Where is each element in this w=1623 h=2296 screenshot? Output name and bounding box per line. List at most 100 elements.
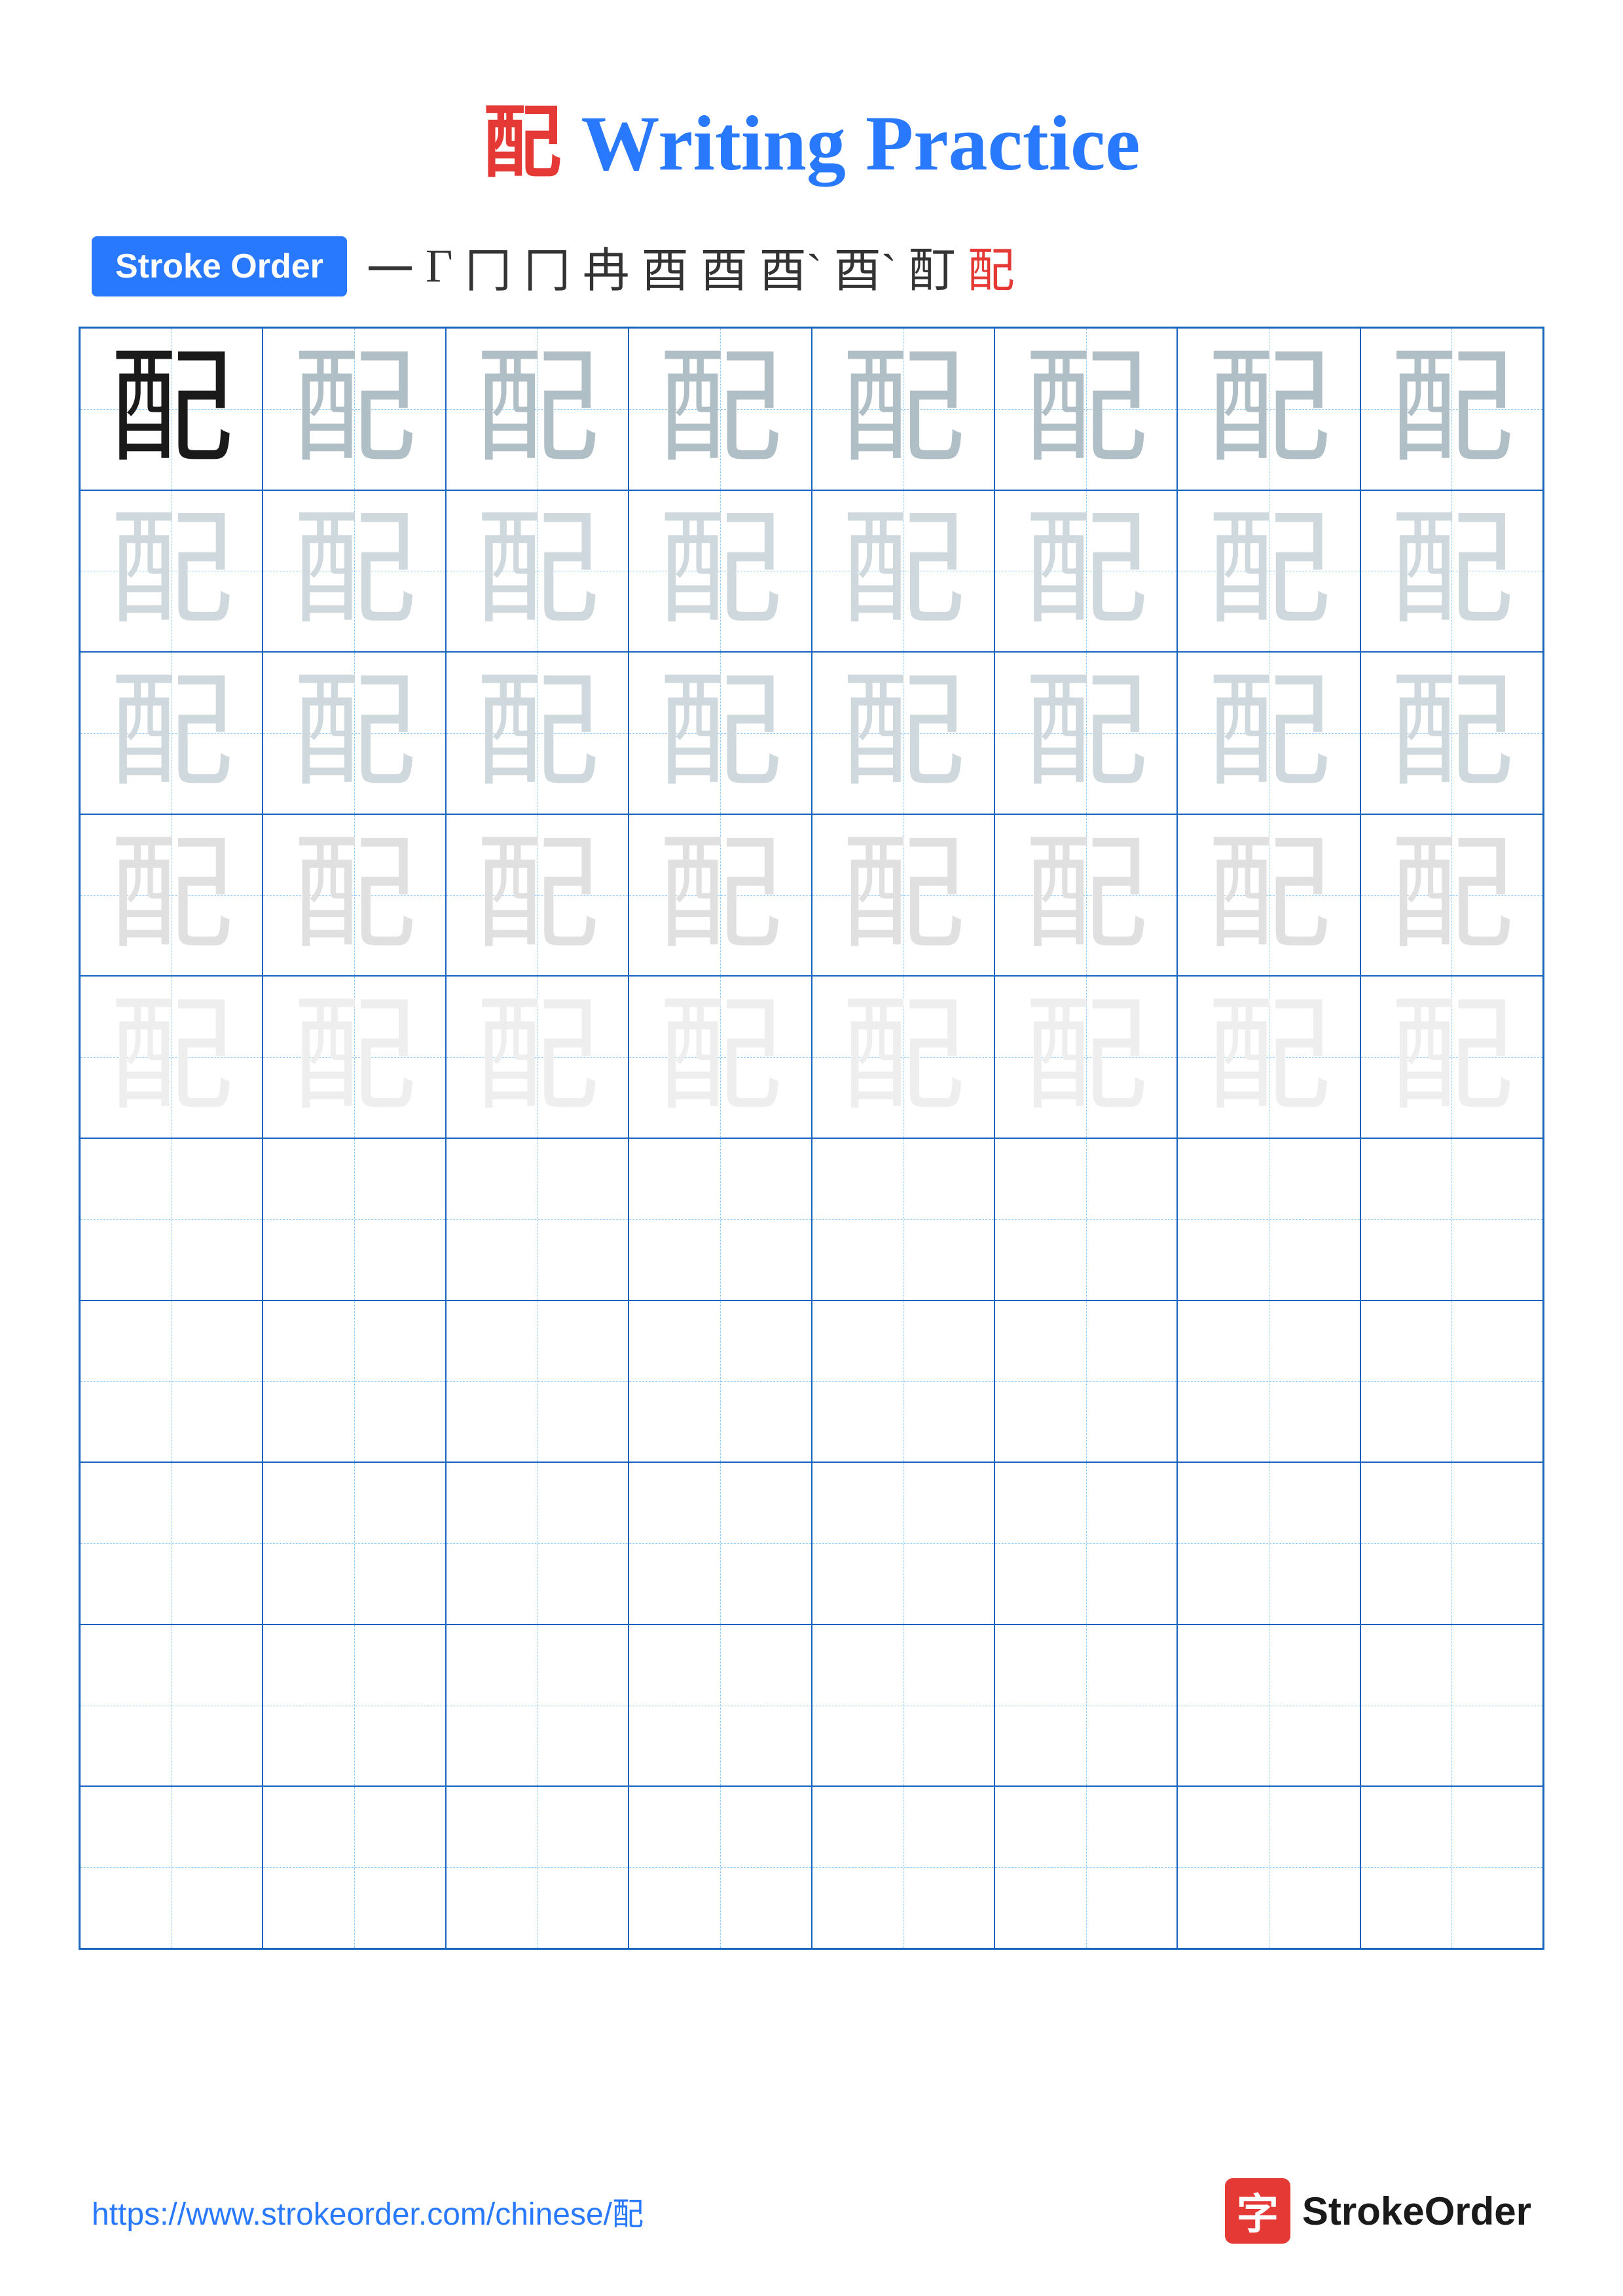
- grid-cell-r5c4[interactable]: 配: [629, 976, 811, 1138]
- grid-cell-r1c1[interactable]: 配: [80, 328, 263, 490]
- grid-cell-r2c6[interactable]: 配: [994, 490, 1177, 653]
- grid-cell-r1c2[interactable]: 配: [263, 328, 445, 490]
- grid-cell-r8c4[interactable]: [629, 1462, 811, 1624]
- grid-cell-r6c2[interactable]: [263, 1138, 445, 1300]
- grid-cell-r2c2[interactable]: 配: [263, 490, 445, 653]
- grid-cell-r5c5[interactable]: 配: [812, 976, 994, 1138]
- grid-cell-r9c5[interactable]: [812, 1624, 994, 1787]
- grid-cell-r4c2[interactable]: 配: [263, 814, 445, 977]
- grid-cell-r1c7[interactable]: 配: [1177, 328, 1360, 490]
- grid-cell-r7c8[interactable]: [1360, 1300, 1543, 1463]
- grid-cell-r10c6[interactable]: [994, 1786, 1177, 1948]
- char-r2c5: 配: [841, 509, 965, 633]
- grid-cell-r6c4[interactable]: [629, 1138, 811, 1300]
- grid-cell-r5c3[interactable]: 配: [446, 976, 629, 1138]
- grid-cell-r8c8[interactable]: [1360, 1462, 1543, 1624]
- grid-cell-r7c4[interactable]: [629, 1300, 811, 1463]
- stroke-6: 酉: [642, 232, 689, 300]
- grid-cell-r10c4[interactable]: [629, 1786, 811, 1948]
- grid-cell-r3c6[interactable]: 配: [994, 652, 1177, 814]
- stroke-4: 冂: [524, 232, 571, 300]
- grid-cell-r6c8[interactable]: [1360, 1138, 1543, 1300]
- grid-cell-r9c2[interactable]: [263, 1624, 445, 1787]
- char-r4c4: 配: [658, 833, 782, 958]
- grid-cell-r7c5[interactable]: [812, 1300, 994, 1463]
- grid-cell-r5c6[interactable]: 配: [994, 976, 1177, 1138]
- grid-cell-r1c3[interactable]: 配: [446, 328, 629, 490]
- grid-cell-r9c8[interactable]: [1360, 1624, 1543, 1787]
- grid-cell-r9c6[interactable]: [994, 1624, 1177, 1787]
- grid-cell-r9c3[interactable]: [446, 1624, 629, 1787]
- grid-cell-r5c7[interactable]: 配: [1177, 976, 1360, 1138]
- grid-cell-r1c4[interactable]: 配: [629, 328, 811, 490]
- grid-cell-r1c6[interactable]: 配: [994, 328, 1177, 490]
- stroke-2: Γ: [426, 239, 453, 293]
- grid-cell-r5c1[interactable]: 配: [80, 976, 263, 1138]
- char-r2c3: 配: [475, 509, 599, 633]
- grid-cell-r9c4[interactable]: [629, 1624, 811, 1787]
- footer-url[interactable]: https://www.strokeorder.com/chinese/配: [92, 2188, 644, 2234]
- char-r4c2: 配: [292, 833, 416, 958]
- char-r2c6: 配: [1024, 509, 1148, 633]
- grid-cell-r7c3[interactable]: [446, 1300, 629, 1463]
- grid-cell-r10c2[interactable]: [263, 1786, 445, 1948]
- grid-cell-r3c2[interactable]: 配: [263, 652, 445, 814]
- grid-cell-r3c3[interactable]: 配: [446, 652, 629, 814]
- grid-cell-r8c6[interactable]: [994, 1462, 1177, 1624]
- grid-cell-r2c8[interactable]: 配: [1360, 490, 1543, 653]
- grid-cell-r1c5[interactable]: 配: [812, 328, 994, 490]
- grid-cell-r3c1[interactable]: 配: [80, 652, 263, 814]
- grid-cell-r2c4[interactable]: 配: [629, 490, 811, 653]
- grid-cell-r10c5[interactable]: [812, 1786, 994, 1948]
- grid-cell-r4c6[interactable]: 配: [994, 814, 1177, 977]
- grid-cell-r10c3[interactable]: [446, 1786, 629, 1948]
- grid-cell-r4c8[interactable]: 配: [1360, 814, 1543, 977]
- grid-cell-r8c2[interactable]: [263, 1462, 445, 1624]
- stroke-3: 冂: [465, 232, 512, 300]
- grid-cell-r6c5[interactable]: [812, 1138, 994, 1300]
- grid-cell-r4c3[interactable]: 配: [446, 814, 629, 977]
- grid-cell-r5c2[interactable]: 配: [263, 976, 445, 1138]
- grid-cell-r6c7[interactable]: [1177, 1138, 1360, 1300]
- char-r4c3: 配: [475, 833, 599, 958]
- grid-cell-r10c7[interactable]: [1177, 1786, 1360, 1948]
- char-r4c7: 配: [1207, 833, 1331, 958]
- practice-grid-container: 配 配 配 配 配 配 配 配 配 配 配: [0, 327, 1623, 1950]
- grid-cell-r9c7[interactable]: [1177, 1624, 1360, 1787]
- grid-cell-r8c1[interactable]: [80, 1462, 263, 1624]
- grid-cell-r6c1[interactable]: [80, 1138, 263, 1300]
- title-character: 配: [483, 99, 561, 187]
- grid-cell-r9c1[interactable]: [80, 1624, 263, 1787]
- char-r5c4: 配: [658, 995, 782, 1119]
- grid-cell-r10c8[interactable]: [1360, 1786, 1543, 1948]
- grid-cell-r7c6[interactable]: [994, 1300, 1177, 1463]
- char-r5c3: 配: [475, 995, 599, 1119]
- grid-cell-r8c3[interactable]: [446, 1462, 629, 1624]
- grid-cell-r7c7[interactable]: [1177, 1300, 1360, 1463]
- grid-cell-r4c4[interactable]: 配: [629, 814, 811, 977]
- title-text: Writing Practice: [561, 99, 1140, 187]
- grid-cell-r4c1[interactable]: 配: [80, 814, 263, 977]
- grid-cell-r8c5[interactable]: [812, 1462, 994, 1624]
- grid-cell-r6c3[interactable]: [446, 1138, 629, 1300]
- grid-cell-r10c1[interactable]: [80, 1786, 263, 1948]
- char-r3c2: 配: [292, 671, 416, 795]
- grid-cell-r7c1[interactable]: [80, 1300, 263, 1463]
- grid-cell-r7c2[interactable]: [263, 1300, 445, 1463]
- grid-cell-r3c5[interactable]: 配: [812, 652, 994, 814]
- grid-cell-r4c7[interactable]: 配: [1177, 814, 1360, 977]
- grid-cell-r3c8[interactable]: 配: [1360, 652, 1543, 814]
- grid-cell-r4c5[interactable]: 配: [812, 814, 994, 977]
- grid-cell-r2c5[interactable]: 配: [812, 490, 994, 653]
- grid-cell-r2c1[interactable]: 配: [80, 490, 263, 653]
- grid-cell-r3c7[interactable]: 配: [1177, 652, 1360, 814]
- grid-cell-r6c6[interactable]: [994, 1138, 1177, 1300]
- grid-cell-r5c8[interactable]: 配: [1360, 976, 1543, 1138]
- grid-cell-r2c7[interactable]: 配: [1177, 490, 1360, 653]
- grid-cell-r1c8[interactable]: 配: [1360, 328, 1543, 490]
- grid-cell-r2c3[interactable]: 配: [446, 490, 629, 653]
- grid-cell-r3c4[interactable]: 配: [629, 652, 811, 814]
- char-r3c7: 配: [1207, 671, 1331, 795]
- stroke-order-badge: Stroke Order: [92, 236, 347, 296]
- grid-cell-r8c7[interactable]: [1177, 1462, 1360, 1624]
